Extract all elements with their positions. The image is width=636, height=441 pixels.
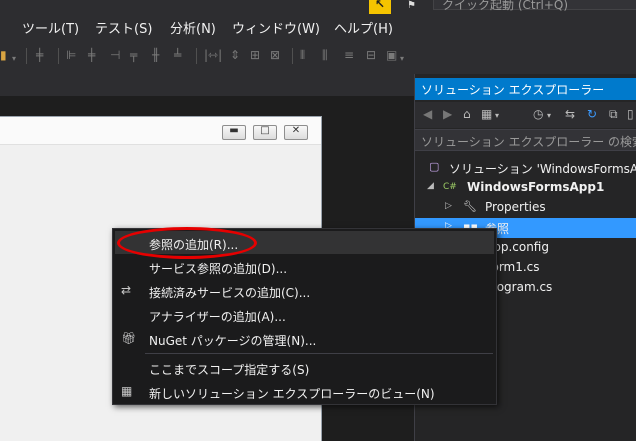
menu-item-label: 新しいソリューション エクスプローラーのビュー(N) — [149, 387, 435, 401]
spacing-icon[interactable]: ⫴ — [300, 48, 305, 63]
align-left-icon[interactable]: ⊫ — [66, 48, 76, 62]
form-minimize-button[interactable]: ▬ — [222, 125, 246, 140]
wrench-icon: 🔧︎ — [463, 200, 477, 213]
align-center-icon[interactable]: ╪ — [88, 48, 95, 62]
menu-item-scope-to-this[interactable]: ここまでスコープ指定する(S) — [115, 356, 494, 379]
quick-launch-placeholder: クイック起動 (Ctrl+Q) — [442, 0, 569, 12]
folder-icon[interactable]: ▮ — [0, 48, 7, 62]
menu-tools[interactable]: ツール(T) — [22, 18, 79, 37]
menu-item-label: NuGet パッケージの管理(N)... — [149, 334, 317, 348]
csharp-project-icon: C# — [443, 182, 457, 192]
menu-separator — [145, 353, 493, 354]
tree-item-project[interactable]: ◢ C# WindowsFormsApp1 — [415, 178, 636, 198]
refresh-icon[interactable]: ↻ — [587, 107, 597, 121]
tree-item-label: Properties — [485, 200, 546, 214]
spacing-horizontal-icon[interactable]: ⫼ — [322, 48, 328, 63]
same-width-icon[interactable]: |⇿| — [204, 48, 222, 62]
align-right-icon[interactable]: ⊣ — [110, 48, 120, 62]
pending-changes-dropdown-icon[interactable]: ▾ — [547, 111, 551, 120]
toolbar-overflow-icon[interactable]: ▾ — [400, 54, 404, 63]
solution-explorer-search-input[interactable]: ソリューション エクスプローラー の検索 — [415, 129, 636, 151]
toolbar-dropdown-icon[interactable]: ▾ — [12, 54, 16, 63]
toolbar-separator — [26, 48, 27, 64]
switch-views-icon[interactable]: ▦ — [481, 107, 492, 121]
align-bottom-icon[interactable]: ╧ — [174, 48, 181, 62]
menu-item-add-connected-service[interactable]: ⇄ 接続済みサービスの追加(C)... — [115, 279, 494, 302]
grid-align-icon[interactable]: ╪ — [36, 48, 43, 62]
notification-icon: ↖ — [375, 0, 386, 11]
toolbar-separator — [292, 48, 293, 64]
collapsed-arrow-icon[interactable]: ▷ — [445, 201, 452, 211]
menu-help[interactable]: ヘルプ(H) — [334, 18, 393, 37]
minimize-icon: ▬ — [229, 125, 239, 136]
menu-item-manage-nuget[interactable]: 🎁︎ NuGet パッケージの管理(N)... — [115, 327, 494, 350]
annotation-highlight-ring — [117, 227, 257, 259]
form-close-button[interactable]: ✕ — [284, 125, 308, 140]
close-icon: ✕ — [291, 125, 301, 136]
feedback-flag-icon[interactable]: ⚑ — [407, 0, 416, 11]
notification-badge[interactable]: ↖ — [369, 0, 391, 14]
show-all-files-icon[interactable]: ▯ — [627, 107, 634, 121]
new-view-icon: ▦ — [121, 384, 133, 398]
connected-service-icon: ⇄ — [121, 283, 132, 297]
tree-item-label: ソリューション 'WindowsFormsApp1' — [449, 162, 636, 176]
align-middle-icon[interactable]: ╫ — [152, 48, 159, 62]
menu-item-new-explorer-view[interactable]: ▦ 新しいソリューション エクスプローラーのビュー(N) — [115, 380, 494, 403]
quick-launch-input[interactable]: クイック起動 (Ctrl+Q) — [433, 0, 636, 12]
order-icon[interactable]: ⊟ — [366, 48, 376, 62]
menu-test[interactable]: テスト(S) — [95, 18, 152, 37]
tree-item-solution[interactable]: ▢ ソリューション 'WindowsFormsApp1' — [415, 158, 636, 178]
toolbar-separator — [58, 48, 59, 64]
tab-order-icon[interactable]: ▣ — [386, 48, 397, 62]
pending-changes-icon[interactable]: ◷ — [533, 107, 543, 121]
tree-item-label: WindowsFormsApp1 — [467, 180, 605, 194]
toolbar-separator — [196, 48, 197, 64]
menu-item-add-analyzer[interactable]: アナライザーの追加(A)... — [115, 303, 494, 326]
solution-explorer-title: ソリューション エクスプローラー — [421, 83, 605, 97]
menu-analyze[interactable]: 分析(N) — [170, 18, 216, 37]
document-tab-strip — [0, 74, 414, 96]
forward-icon[interactable]: ▶ — [443, 107, 452, 121]
menu-item-label: ここまでスコープ指定する(S) — [149, 363, 310, 377]
collapse-all-icon[interactable]: ⧉ — [609, 107, 618, 122]
menu-window[interactable]: ウィンドウ(W) — [232, 18, 320, 37]
menu-item-label: 接続済みサービスの追加(C)... — [149, 286, 311, 300]
menu-item-label: サービス参照の追加(D)... — [149, 262, 288, 276]
solution-icon: ▢ — [429, 160, 440, 173]
form-title-bar: ▬ □ ✕ — [0, 117, 321, 145]
menu-item-label: アナライザーの追加(A)... — [149, 310, 286, 324]
spacing-vertical-icon[interactable]: ≡ — [344, 48, 354, 62]
home-icon[interactable]: ⌂ — [463, 107, 471, 121]
nuget-icon: 🎁︎ — [121, 331, 137, 345]
layout-toolbar: ▮ ▾ ╪ ⊫ ╪ ⊣ ╤ ╫ ╧ |⇿| ⇕ ⊞ ⊠ ⫴ ⫼ ≡ ⊟ ▣ ▾ — [0, 40, 414, 74]
align-top-icon[interactable]: ╤ — [130, 48, 137, 62]
form-maximize-button[interactable]: □ — [253, 125, 277, 140]
sync-icon[interactable]: ⇆ — [565, 107, 575, 121]
expanded-arrow-icon[interactable]: ◢ — [427, 181, 434, 191]
same-height-icon[interactable]: ⇕ — [230, 48, 240, 62]
size-to-grid-icon[interactable]: ⊠ — [270, 48, 280, 62]
solution-explorer-toolbar: ◀ ▶ ⌂ ▦ ▾ ◷ ▾ ⇆ ↻ ⧉ ▯ — [415, 102, 636, 128]
switch-views-dropdown-icon[interactable]: ▾ — [495, 111, 499, 120]
back-icon[interactable]: ◀ — [423, 107, 432, 121]
solution-explorer-title-bar[interactable]: ソリューション エクスプローラー — [415, 78, 636, 100]
tree-item-properties[interactable]: ▷ 🔧︎ Properties — [415, 198, 636, 218]
same-size-icon[interactable]: ⊞ — [250, 48, 260, 62]
solution-explorer-search-placeholder: ソリューション エクスプローラー の検索 — [421, 135, 636, 149]
maximize-icon: □ — [260, 125, 270, 136]
menu-bar: ) ツール(T) テスト(S) 分析(N) ウィンドウ(W) ヘルプ(H) ↖ … — [0, 0, 636, 40]
